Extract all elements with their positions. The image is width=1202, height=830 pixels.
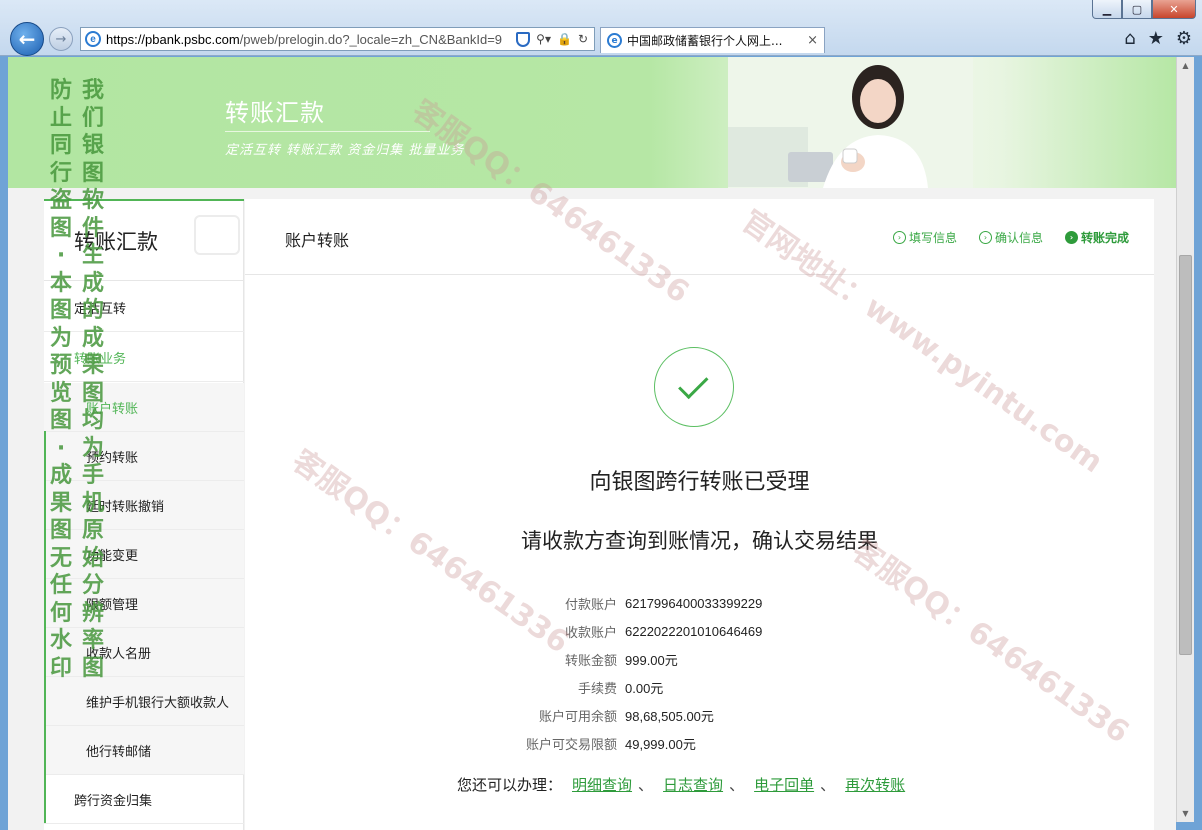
page-viewport: 转账汇款 定活互转 转账汇款 资金归集 批量业务 转账汇款 定活互转 转账业务 … (8, 57, 1176, 830)
more-actions: 您还可以办理： 明细查询、 日志查询、 电子回单、 再次转账 (457, 774, 905, 795)
refresh-icon[interactable]: ↻ (578, 32, 588, 47)
detail-row: 账户可用余额 98,68,505.00元 (485, 701, 885, 729)
step-label: 转账完成 (1080, 231, 1129, 245)
detail-label: 账户可交易限额 (525, 737, 617, 753)
url-path: /pweb/prelogin.do?_locale=zh_CN&BankId=9 (239, 31, 503, 47)
main-header: 账户转账 › 填写信息 › 确认信息 › 转账完成 (245, 199, 1154, 275)
detail-row: 收款账户 6222022201010646469 (485, 617, 885, 645)
link-detail-query[interactable]: 明细查询 (572, 774, 632, 795)
link-transfer-again[interactable]: 再次转账 (845, 774, 905, 795)
success-check-icon (654, 347, 734, 427)
detail-row: 手续费 0.00元 (485, 673, 885, 701)
shield-icon[interactable] (516, 31, 531, 47)
sidebar-item-mobile-large-payee[interactable]: 维护手机银行大额收款人 (44, 677, 244, 726)
link-e-receipt[interactable]: 电子回单 (754, 774, 814, 795)
lock-icon[interactable]: 🔒 (557, 32, 572, 47)
detail-label: 收款账户 (564, 625, 617, 641)
tab-title: 中国邮政储蓄银行个人网上... (627, 34, 783, 48)
result-title: 向银图跨行转账已受理 (589, 470, 810, 495)
banner-woman-photo (728, 57, 973, 188)
step-transfer-complete: › 转账完成 (1064, 229, 1129, 246)
detail-row: 账户可交易限额 49,999.00元 (485, 729, 885, 757)
progress-steps: › 填写信息 › 确认信息 › 转账完成 (892, 229, 1129, 246)
arrow-left-icon: ← (18, 27, 36, 51)
star-icon[interactable]: ★ (1148, 28, 1164, 49)
link-log-query[interactable]: 日志查询 (663, 774, 723, 795)
scroll-down-icon[interactable]: ▼ (1177, 805, 1194, 822)
search-icon[interactable]: ⚲▾ (536, 32, 551, 47)
home-icon[interactable]: ⌂ (1124, 28, 1135, 49)
wallet-icon (194, 215, 240, 255)
scroll-thumb[interactable] (1179, 255, 1192, 655)
main-panel: 账户转账 › 填写信息 › 确认信息 › 转账完成 向银图跨行转账已受理 请收款方查询… (245, 199, 1154, 830)
step-confirm-info: › 确认信息 (978, 229, 1043, 246)
banner: 转账汇款 定活互转 转账汇款 资金归集 批量业务 (8, 57, 1176, 188)
back-button[interactable]: ← (10, 22, 44, 56)
detail-row: 转账金额 999.00元 (485, 645, 885, 673)
detail-label: 手续费 (577, 681, 617, 697)
detail-label: 账户可用余额 (538, 709, 617, 725)
sidebar-item-cross-bank-collection[interactable]: 跨行资金归集 (44, 775, 244, 824)
sidebar-active-bar (44, 431, 46, 823)
minimize-button[interactable]: ▁ (1092, 0, 1122, 19)
detail-value: 49,999.00元 (625, 736, 696, 752)
detail-row: 付款账户 6217996400033399229 (485, 589, 885, 617)
page-title: 账户转账 (285, 231, 350, 250)
separator: 、 (638, 776, 654, 794)
step-label: 确认信息 (994, 231, 1043, 245)
transfer-details: 付款账户 6217996400033399229 收款账户 622202220101… (485, 589, 885, 757)
browser-tab[interactable]: e 中国邮政储蓄银行个人网上... × (600, 27, 825, 53)
separator: 、 (729, 776, 745, 794)
banner-subtitle: 定活互转 转账汇款 资金归集 批量业务 (225, 143, 465, 158)
detail-label: 付款账户 (564, 597, 617, 613)
window-frame (1194, 57, 1202, 830)
browser-chrome: ▁ ▢ ✕ ← → e https://pbank.psbc.com/pweb/… (0, 0, 1202, 56)
maximize-button[interactable]: ▢ (1122, 0, 1152, 19)
detail-value: 6217996400033399229 (625, 595, 763, 611)
banner-divider (225, 131, 430, 132)
chevron-right-icon: › (1064, 231, 1078, 244)
gear-icon[interactable]: ⚙ (1176, 28, 1192, 49)
watermark-column-left: 防止同行盗图·本图为预览图·成果图无任何水印 (49, 78, 72, 681)
vertical-scrollbar[interactable]: ▲ ▼ (1176, 57, 1194, 822)
step-fill-info: › 填写信息 (892, 229, 957, 246)
arrow-right-icon: → (55, 31, 67, 47)
address-bar[interactable]: e https://pbank.psbc.com/pweb/prelogin.d… (80, 27, 595, 51)
chevron-right-icon: › (978, 231, 992, 244)
detail-value: 98,68,505.00元 (625, 708, 714, 724)
detail-value: 999.00元 (625, 652, 678, 668)
chevron-right-icon: › (892, 231, 906, 244)
detail-label: 转账金额 (564, 653, 617, 669)
detail-value: 6222022201010646469 (625, 623, 763, 639)
watermark-column-right: 我们银图软件生成的成果图均为手机原始分辨率图 (81, 78, 104, 681)
separator: 、 (820, 776, 836, 794)
detail-value: 0.00元 (625, 680, 664, 696)
window-controls: ▁ ▢ ✕ (1092, 0, 1196, 19)
scroll-up-icon[interactable]: ▲ (1177, 57, 1194, 74)
banner-title: 转账汇款 (225, 99, 325, 127)
sidebar-item-other-bank-to-psbc[interactable]: 他行转邮储 (44, 726, 244, 775)
url-host: https://pbank.psbc.com (106, 31, 240, 47)
forward-button[interactable]: → (49, 27, 73, 51)
step-label: 填写信息 (908, 231, 957, 245)
more-prompt: 您还可以办理： (457, 776, 563, 794)
tab-ie-icon: e (607, 33, 622, 48)
result-subtitle: 请收款方查询到账情况，确认交易结果 (521, 529, 878, 553)
tab-close-icon[interactable]: × (807, 33, 818, 48)
url-text[interactable]: https://pbank.psbc.com/pweb/prelogin.do?… (106, 32, 510, 47)
close-window-button[interactable]: ✕ (1152, 0, 1196, 19)
ie-logo-icon: e (85, 31, 101, 47)
